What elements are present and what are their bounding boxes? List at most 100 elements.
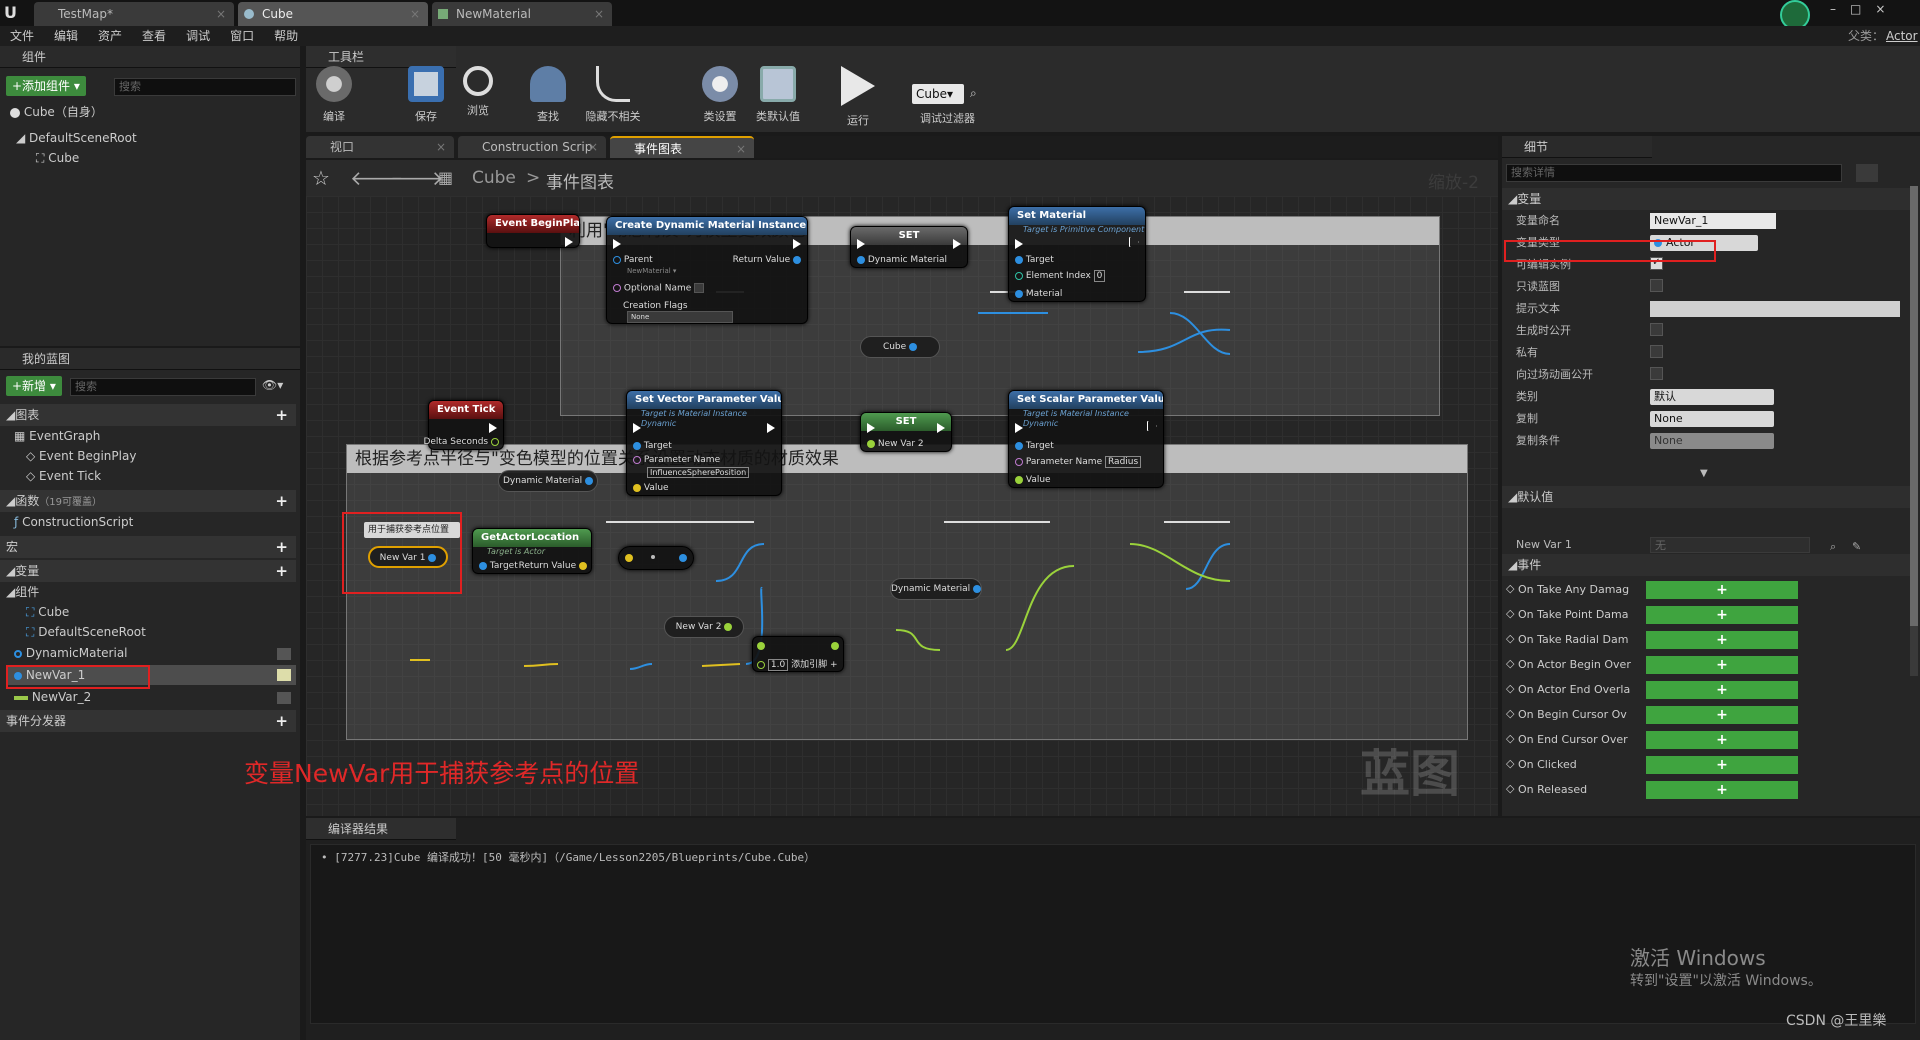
hide-unrelated-button[interactable]: 隐藏不相关 [580,62,646,132]
parent-value[interactable]: NewMaterial ▾ [627,267,676,275]
play-button[interactable]: 运行 [832,62,884,132]
var-newvar2[interactable]: NewVar_2 [14,687,91,707]
view-options-icon[interactable] [1856,164,1878,182]
new-button[interactable]: +新增 ▾ [6,376,62,396]
add-component-button[interactable]: +添加组件 ▾ [6,76,86,96]
node-create-dmi[interactable]: Create Dynamic Material Instance Parent … [606,216,808,324]
expand-arrow-icon[interactable]: ▼ [1700,468,1708,479]
var-dynamicmaterial[interactable]: DynamicMaterial [14,643,128,663]
section-graphs[interactable]: ◢图表 + [0,404,296,426]
var-defaultsceneroot[interactable]: ⛶ DefaultSceneRoot [26,622,146,642]
add-event-button[interactable]: + [1646,606,1798,624]
details-search-input[interactable]: 搜索详情 [1506,164,1842,182]
add-event-button[interactable]: + [1646,731,1798,749]
add-value[interactable]: 1.0 [767,659,789,671]
add-macro-icon[interactable]: + [275,536,288,558]
favorite-star-icon[interactable]: ☆ [312,166,330,190]
forward-arrow-icon[interactable]: 🡒 [390,166,444,190]
default-value-select[interactable]: 无 [1650,537,1810,553]
node-set-newvar2[interactable]: SET New Var 2 [860,412,952,452]
graph-item-tick[interactable]: ◇ Event Tick [26,466,101,486]
tab-event-graph[interactable]: 事件图表 × [610,136,754,158]
menu-window[interactable]: 窗口 [220,26,264,46]
menu-asset[interactable]: 资产 [88,26,132,46]
add-event-button[interactable]: + [1646,706,1798,724]
compile-button[interactable]: 编译 [308,62,360,132]
tab-viewport[interactable]: 视口 × [306,136,454,158]
var-name-input[interactable]: NewVar_1 [1650,213,1776,229]
search-icon[interactable]: ⌕ [970,86,977,101]
section-macros[interactable]: 宏 + [0,536,296,558]
section-variables[interactable]: ◢变量 + [0,560,296,582]
menu-edit[interactable]: 编辑 [44,26,88,46]
add-function-icon[interactable]: + [275,490,288,512]
component-cube[interactable]: ⛶ Cube [36,148,79,168]
add-event-button[interactable]: + [1646,681,1798,699]
component-defaultsceneroot[interactable]: ◢ DefaultSceneRoot [16,128,137,148]
replication-condition-select[interactable]: None [1650,433,1774,449]
tab-testmap[interactable]: TestMap* × [34,2,234,26]
node-get-newvar2[interactable]: New Var 2 [664,616,744,638]
graph-item-beginplay[interactable]: ◇ Event BeginPlay [26,446,136,466]
eye-closed-icon[interactable] [277,648,291,660]
add-dispatcher-icon[interactable]: + [275,710,288,732]
section-dispatchers[interactable]: 事件分发器 + [0,710,296,732]
add-event-button[interactable]: + [1646,631,1798,649]
subsection-components[interactable]: ◢组件 [6,582,39,602]
blueprint-search-input[interactable]: 搜索 [70,378,256,396]
private-checkbox[interactable] [1650,345,1663,358]
node-event-tick[interactable]: Event Tick Delta Seconds [423,400,504,450]
node-set-scalar[interactable]: Set Scalar Parameter Value Target is Mat… [1008,390,1164,488]
class-defaults-button[interactable]: 类默认值 [752,62,804,132]
section-variable[interactable]: ◢变量 [1502,188,1912,210]
add-event-button[interactable]: + [1646,656,1798,674]
add-event-button[interactable]: + [1646,781,1798,799]
add-event-button[interactable]: + [1646,581,1798,599]
menu-debug[interactable]: 调试 [176,26,220,46]
eye-closed-icon[interactable] [277,692,291,704]
section-functions[interactable]: ◢函数（19可覆盖） + [0,490,296,512]
browse-button[interactable]: 浏览 [452,62,504,132]
param-name-value[interactable]: InfluenceSpherePosition [647,467,750,478]
node-set-dynmat[interactable]: SET Dynamic Material [850,226,968,268]
parent-class-link[interactable]: Actor [1876,26,1920,46]
tooltip-input[interactable] [1650,301,1900,317]
var-cube[interactable]: ⛶ Cube [26,602,69,622]
flags-select[interactable]: None [627,311,733,323]
node-set-material[interactable]: Set Material Target is Primitive Compone… [1008,206,1146,302]
menu-help[interactable]: 帮助 [264,26,308,46]
node-set-vector[interactable]: Set Vector Parameter Value Target is Mat… [626,390,782,496]
function-item[interactable]: ƒ ConstructionScript [14,512,133,532]
add-event-button[interactable]: + [1646,756,1798,774]
add-variable-icon[interactable]: + [275,560,288,582]
readonly-checkbox[interactable] [1650,279,1663,292]
save-button[interactable]: 保存 [400,62,452,132]
add-pin-button[interactable]: 添加引脚 + [791,660,837,670]
index-value[interactable]: 0 [1093,270,1106,282]
breadcrumb-root[interactable]: Cube [472,168,516,188]
node-get-actor-location[interactable]: GetActorLocation Target is Actor Target … [472,528,592,574]
details-scrollbar[interactable] [1910,186,1918,676]
node-get-dynmat2[interactable]: Dynamic Material [890,578,982,600]
replication-select[interactable]: None [1650,411,1774,427]
class-settings-button[interactable]: 类设置 [694,62,746,132]
node-reroute[interactable] [618,546,694,570]
node-get-cube[interactable]: Cube [860,336,940,358]
component-self[interactable]: Cube（自身） [10,102,103,122]
tab-construction-script[interactable]: Construction Scrip × [458,136,606,158]
find-button[interactable]: 查找 [522,62,574,132]
eye-open-icon[interactable] [277,669,291,681]
eye-icon[interactable]: 👁▾ [262,378,283,392]
expose-cinematics-checkbox[interactable] [1650,367,1663,380]
tab-newmaterial[interactable]: NewMaterial × [432,2,612,26]
event-graph-canvas[interactable]: 利用"动态材质"为模型更改颜色 根据参考点半径与"变色模型的位置关系设置动态材质… [306,196,1498,816]
add-graph-icon[interactable]: + [275,404,288,426]
expose-spawn-checkbox[interactable] [1650,323,1663,336]
section-default-value[interactable]: ◢默认值 [1502,486,1912,508]
node-event-beginplay[interactable]: Event BeginPlay [486,214,580,248]
window-controls[interactable]: –□× [1830,2,1916,18]
param-name-value[interactable]: Radius [1105,456,1142,468]
menu-view[interactable]: 查看 [132,26,176,46]
debug-object-select[interactable]: Cube▾ [912,84,964,104]
menu-file[interactable]: 文件 [0,26,44,46]
